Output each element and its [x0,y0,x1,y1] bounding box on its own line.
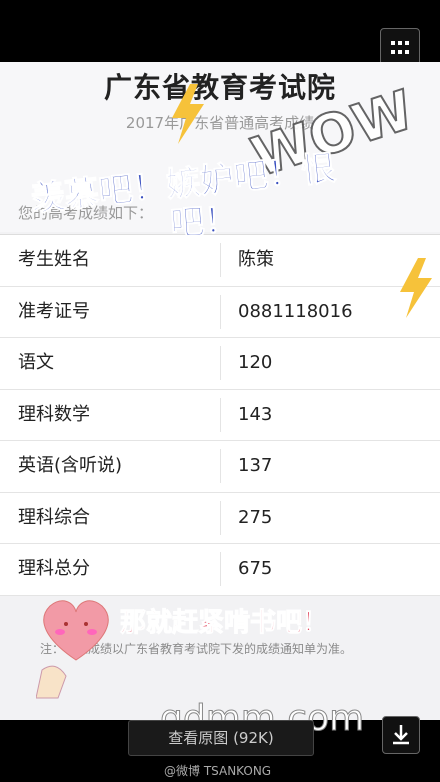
row-label: 理科数学 [18,403,90,425]
row-value: 275 [238,506,273,528]
table-row: 考生姓名 陈策 [0,235,440,287]
row-label: 英语(含听说) [18,455,123,476]
row-value: 675 [238,558,273,579]
row-label: 理科总分 [18,558,90,579]
table-row: 英语(含听说) 137 [0,441,440,493]
table-row: 理科数学 143 [0,390,440,441]
row-label: 理科综合 [18,506,90,528]
sticker-text-pink: 那就赶紧啃书吧！ [119,608,329,639]
row-value: 137 [238,455,273,476]
table-row: 准考证号 0881118016 [0,287,440,338]
table-row: 理科总分 675 [0,544,440,596]
row-value: 143 [238,403,273,425]
row-label: 语文 [18,352,54,373]
lightning-icon [172,84,204,144]
grid-icon [391,41,409,54]
row-label: 考生姓名 [18,249,90,270]
row-label: 准考证号 [18,300,90,322]
row-value: 陈策 [238,249,274,270]
score-table: 考生姓名 陈策 准考证号 0881118016 语文 120 理科数学 143 英语(含… [0,234,440,596]
table-row: 理科综合 275 [0,493,440,544]
lightning-icon [400,258,432,318]
sticker-text-blue-2: 吧！ [168,199,240,245]
download-button[interactable] [382,716,420,754]
heart-icon [36,600,109,699]
score-photo: 广东省教育考试院 2017年广东省普通高考成绩 您的高考成绩如下： 考生姓名 陈策… [0,62,440,720]
view-original-button[interactable]: 查看原图 (92K) [128,720,314,756]
table-row: 语文 120 [0,338,440,390]
weibo-credit: @微博 TSANKONG [164,764,272,778]
download-icon [393,725,409,745]
row-value: 120 [238,352,273,373]
row-value: 0881118016 [238,300,353,322]
